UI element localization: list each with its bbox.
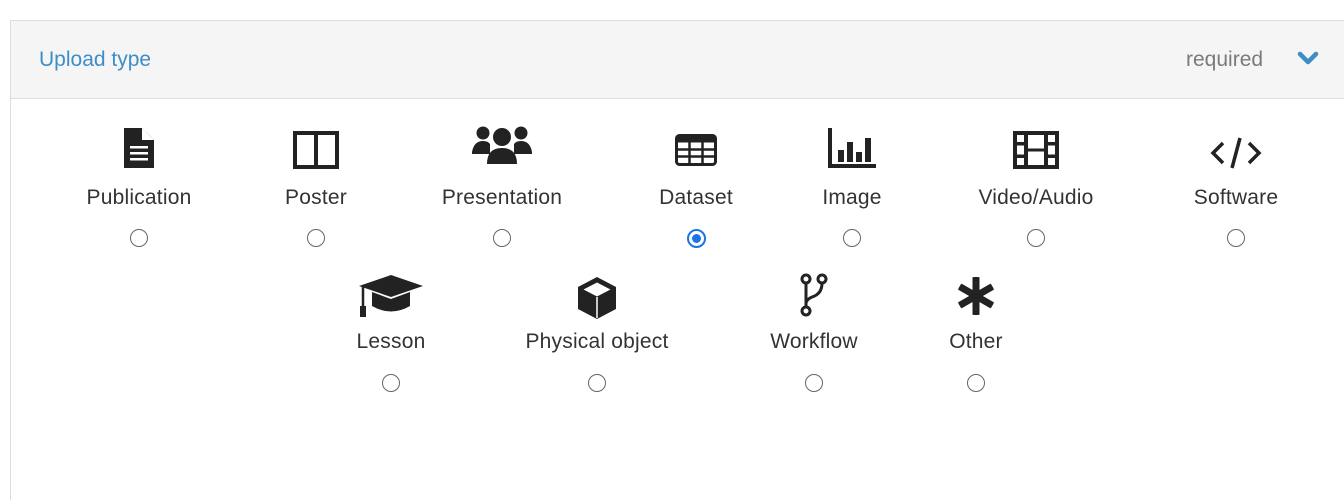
upload-type-radio[interactable] xyxy=(967,374,985,392)
upload-type-panel: Upload type required xyxy=(10,20,1344,500)
users-icon xyxy=(472,126,532,164)
bar-chart-icon xyxy=(828,128,876,168)
upload-type-label: Video/Audio xyxy=(978,186,1094,209)
upload-type-radio[interactable] xyxy=(493,229,511,247)
upload-type-label: Publication xyxy=(86,186,192,209)
upload-type-radio[interactable] xyxy=(307,229,325,247)
asterisk-icon xyxy=(958,277,994,315)
columns-icon xyxy=(293,131,339,169)
graduation-cap-icon xyxy=(359,275,423,317)
film-icon xyxy=(1013,131,1059,169)
upload-type-radio[interactable] xyxy=(1027,229,1045,247)
upload-type-radio[interactable] xyxy=(130,229,148,247)
code-fork-icon xyxy=(800,273,828,317)
code-icon xyxy=(1210,137,1262,169)
upload-type-radio[interactable] xyxy=(805,374,823,392)
upload-type-label: Other xyxy=(949,330,1003,353)
upload-type-label: Poster xyxy=(285,186,347,209)
upload-type-radio[interactable] xyxy=(588,374,606,392)
panel-header[interactable]: Upload type required xyxy=(11,21,1344,99)
file-text-icon xyxy=(124,128,154,168)
upload-type-label: Software xyxy=(1193,186,1279,209)
upload-type-label: Presentation xyxy=(441,186,563,209)
upload-type-radio[interactable] xyxy=(843,229,861,247)
upload-type-label: Physical object xyxy=(525,330,669,353)
panel-title: Upload type xyxy=(39,48,152,71)
upload-type-label: Lesson xyxy=(356,330,426,353)
upload-type-radio[interactable] xyxy=(382,374,400,392)
upload-type-radio[interactable] xyxy=(687,229,706,248)
chevron-down-icon[interactable] xyxy=(1297,50,1319,68)
table-icon xyxy=(675,134,717,166)
required-label: required xyxy=(1186,48,1264,71)
cube-icon xyxy=(578,277,616,319)
upload-type-label: Image xyxy=(822,186,882,209)
upload-type-radio[interactable] xyxy=(1227,229,1245,247)
